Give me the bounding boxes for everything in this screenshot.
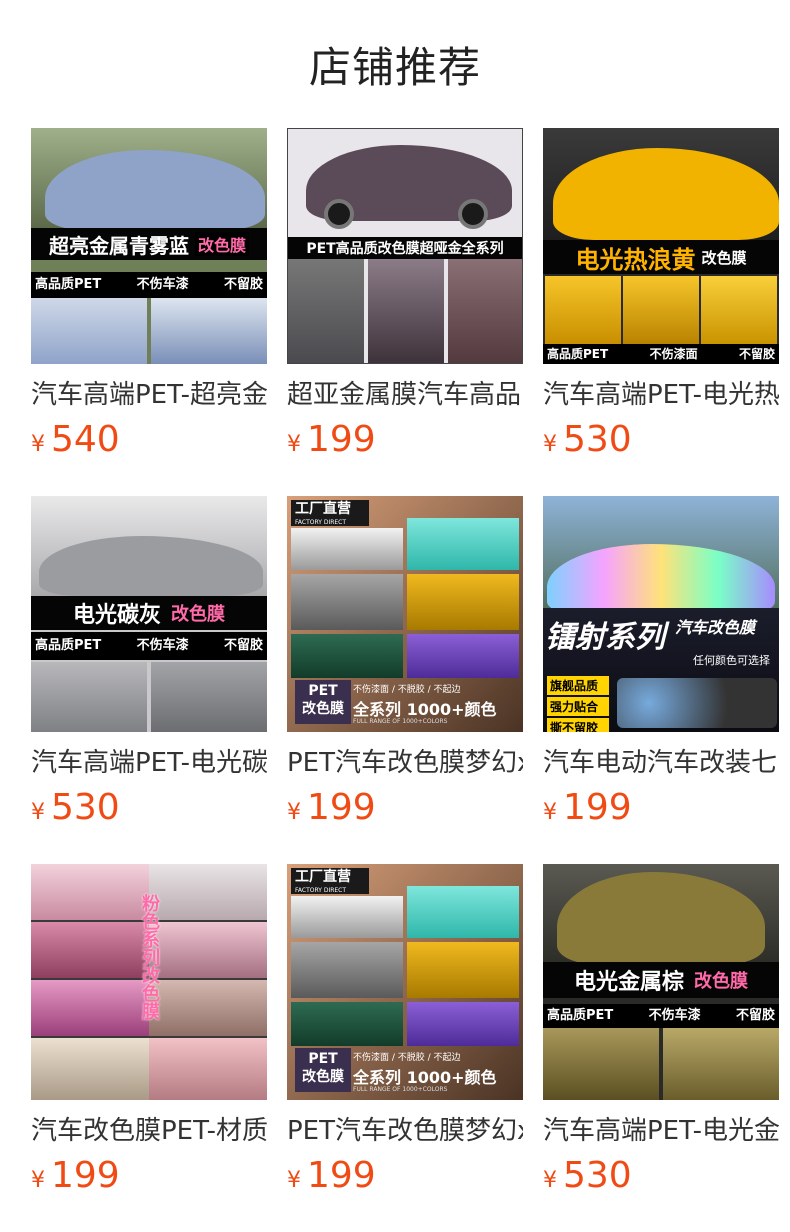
product-image[interactable]: 工厂直营 FACTORY DIRECT SALES PET 改色膜 不伤漆面 /… bbox=[287, 496, 523, 732]
product-price: ¥199 bbox=[287, 1156, 523, 1196]
badge: 撕不留胶 bbox=[547, 718, 609, 732]
feature-text: 不伤车漆 bbox=[648, 1008, 701, 1023]
badge: 旗舰品质 bbox=[547, 676, 609, 695]
currency-symbol: ¥ bbox=[543, 432, 557, 457]
feature-row: 高品质PET 不伤车漆 不留胶 bbox=[31, 632, 267, 660]
banner-text: 电光热浪黄 bbox=[575, 245, 696, 274]
feature-text: 高品质PET bbox=[35, 638, 102, 653]
product-price: ¥540 bbox=[31, 420, 267, 460]
product-image[interactable]: PET高品质改色膜超哑金全系列 bbox=[287, 128, 523, 364]
price-value: 530 bbox=[563, 1155, 632, 1196]
product-price: ¥199 bbox=[31, 1156, 267, 1196]
banner-text: 全系列 1000+颜色 bbox=[353, 1068, 497, 1086]
product-price: ¥530 bbox=[543, 420, 779, 460]
currency-symbol: ¥ bbox=[287, 432, 301, 457]
product-price: ¥199 bbox=[287, 788, 523, 828]
tag-text: 改色膜 bbox=[694, 971, 748, 992]
currency-symbol: ¥ bbox=[31, 800, 45, 825]
price-value: 199 bbox=[563, 787, 632, 828]
pet-sub: 改色膜 bbox=[302, 1069, 344, 1085]
product-image[interactable]: 镭射系列 汽车改色膜 任何颜色可选择 旗舰品质 强力贴合 撕不留胶 bbox=[543, 496, 779, 732]
product-image[interactable]: 电光金属棕 改色膜 高品质PET 不伤车漆 不留胶 bbox=[543, 864, 779, 1100]
product-image[interactable]: 超亮金属青雾蓝 改色膜 高品质PET 不伤车漆 不留胶 bbox=[31, 128, 267, 364]
price-value: 199 bbox=[51, 1155, 120, 1196]
banner-text: 全系列 1000+颜色 bbox=[353, 700, 497, 718]
price-value: 199 bbox=[307, 419, 376, 460]
feature-text: 不伤车漆 bbox=[136, 638, 189, 653]
product-card[interactable]: 电光热浪黄 改色膜 高品质PET 不伤漆面 不留胶 汽车高端PET-电光热 ¥5… bbox=[543, 128, 779, 460]
currency-symbol: ¥ bbox=[287, 1168, 301, 1193]
pet-label: PET bbox=[308, 683, 338, 699]
product-card[interactable]: 工厂直营 FACTORY DIRECT SALES PET 改色膜 不伤漆面 /… bbox=[287, 864, 523, 1196]
product-price: ¥199 bbox=[287, 420, 523, 460]
feature-text: 不留胶 bbox=[738, 347, 775, 361]
feature-text: 高品质PET bbox=[547, 347, 609, 361]
product-name[interactable]: 汽车高端PET-超亮金 bbox=[31, 378, 267, 412]
top-label: 工厂直营 bbox=[295, 501, 351, 517]
feature-text: 不留胶 bbox=[735, 1008, 775, 1023]
feature-row: 高品质PET 不伤漆面 不留胶 bbox=[543, 344, 779, 364]
product-image[interactable]: 电光热浪黄 改色膜 高品质PET 不伤漆面 不留胶 bbox=[543, 128, 779, 364]
feature-strip: 不伤漆面 / 不脱胶 / 不起边 bbox=[353, 1053, 461, 1063]
pet-sub: 改色膜 bbox=[302, 701, 344, 717]
product-grid: 超亮金属青雾蓝 改色膜 高品质PET 不伤车漆 不留胶 汽车高端PET-超亮金 … bbox=[0, 0, 790, 1232]
currency-symbol: ¥ bbox=[31, 432, 45, 457]
product-name[interactable]: 超亚金属膜汽车高品 bbox=[287, 378, 523, 412]
product-name[interactable]: 汽车高端PET-电光碳 bbox=[31, 746, 267, 780]
pet-label: PET bbox=[308, 1051, 338, 1067]
currency-symbol: ¥ bbox=[31, 1168, 45, 1193]
tag-text: 改色膜 bbox=[171, 604, 225, 625]
product-card[interactable]: 电光金属棕 改色膜 高品质PET 不伤车漆 不留胶 汽车高端PET-电光金 ¥5… bbox=[543, 864, 779, 1196]
top-label: 工厂直营 bbox=[295, 869, 351, 885]
banner-text: 镭射系列 bbox=[545, 620, 665, 655]
product-name[interactable]: 汽车高端PET-电光金 bbox=[543, 1114, 779, 1148]
vertical-text: 粉色系列改色膜 bbox=[139, 894, 160, 1020]
banner-text: 超亮金属青雾蓝 bbox=[48, 233, 189, 258]
price-value: 199 bbox=[307, 787, 376, 828]
feature-text: 不留胶 bbox=[223, 638, 263, 653]
product-price: ¥199 bbox=[543, 788, 779, 828]
product-card[interactable]: 工厂直营 FACTORY DIRECT SALES PET 改色膜 不伤漆面 /… bbox=[287, 496, 523, 828]
product-name[interactable]: 汽车电动汽车改装七 bbox=[543, 746, 779, 780]
side-text: 汽车改色膜 bbox=[675, 618, 756, 637]
feature-row: 高品质PET 不伤车漆 不留胶 bbox=[31, 272, 267, 298]
badge: 强力贴合 bbox=[547, 697, 609, 716]
feature-text: 不伤漆面 bbox=[649, 347, 698, 361]
feature-strip: 不伤漆面 / 不脱胶 / 不起边 bbox=[353, 685, 461, 695]
price-value: 199 bbox=[307, 1155, 376, 1196]
tag-text: 改色膜 bbox=[194, 232, 249, 256]
banner-text: 电光碳灰 bbox=[72, 603, 161, 628]
feature-text: 不伤车漆 bbox=[136, 277, 189, 292]
banner-text: 电光金属棕 bbox=[573, 970, 684, 995]
feature-text: 高品质PET bbox=[35, 277, 102, 292]
product-card[interactable]: 超亮金属青雾蓝 改色膜 高品质PET 不伤车漆 不留胶 汽车高端PET-超亮金 … bbox=[31, 128, 267, 460]
banner-text: PET高品质改色膜超哑金全系列 bbox=[306, 241, 504, 257]
product-image[interactable]: 粉色系列改色膜 bbox=[31, 864, 267, 1100]
product-image[interactable]: 电光碳灰 改色膜 高品质PET 不伤车漆 不留胶 bbox=[31, 496, 267, 732]
product-card[interactable]: PET高品质改色膜超哑金全系列 超亚金属膜汽车高品 ¥199 bbox=[287, 128, 523, 460]
price-value: 530 bbox=[51, 787, 120, 828]
price-value: 540 bbox=[51, 419, 120, 460]
product-image[interactable]: 工厂直营 FACTORY DIRECT SALES PET 改色膜 不伤漆面 /… bbox=[287, 864, 523, 1100]
product-name[interactable]: PET汽车改色膜梦幻x bbox=[287, 1114, 523, 1148]
feature-row: 高品质PET 不伤车漆 不留胶 bbox=[543, 1004, 779, 1028]
currency-symbol: ¥ bbox=[543, 800, 557, 825]
feature-text: 不留胶 bbox=[223, 277, 263, 292]
product-price: ¥530 bbox=[543, 1156, 779, 1196]
note-text: 任何颜色可选择 bbox=[693, 654, 770, 667]
banner-sub: FULL RANGE OF 1000+COLORS bbox=[353, 1086, 448, 1093]
price-value: 530 bbox=[563, 419, 632, 460]
tag-text: 改色膜 bbox=[701, 248, 747, 267]
currency-symbol: ¥ bbox=[543, 1168, 557, 1193]
product-price: ¥530 bbox=[31, 788, 267, 828]
banner-sub: FULL RANGE OF 1000+COLORS bbox=[353, 718, 448, 725]
product-card[interactable]: 粉色系列改色膜 汽车改色膜PET-材质 ¥199 bbox=[31, 864, 267, 1196]
feature-text: 高品质PET bbox=[547, 1008, 614, 1023]
product-name[interactable]: 汽车改色膜PET-材质 bbox=[31, 1114, 267, 1148]
product-card[interactable]: 镭射系列 汽车改色膜 任何颜色可选择 旗舰品质 强力贴合 撕不留胶 汽车电动汽车… bbox=[543, 496, 779, 828]
product-card[interactable]: 电光碳灰 改色膜 高品质PET 不伤车漆 不留胶 汽车高端PET-电光碳 ¥53… bbox=[31, 496, 267, 828]
currency-symbol: ¥ bbox=[287, 800, 301, 825]
product-name[interactable]: PET汽车改色膜梦幻x bbox=[287, 746, 523, 780]
product-name[interactable]: 汽车高端PET-电光热 bbox=[543, 378, 779, 412]
